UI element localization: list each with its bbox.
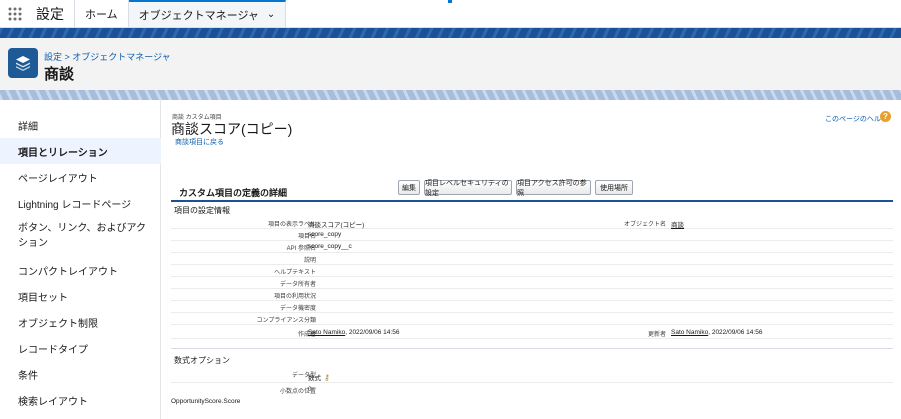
info-section-title: 項目の設定情報: [174, 206, 230, 215]
modified-by-link[interactable]: Sato Namiko: [671, 329, 708, 336]
row-label: コンプライアンス分類: [256, 318, 316, 324]
row-value: score_copy__c: [308, 243, 352, 250]
sidebar-item-fields-relationships[interactable]: 項目とリレーション: [0, 138, 161, 164]
help-link[interactable]: このページのヘルプ: [825, 114, 888, 124]
detail-row: データ機密度: [171, 301, 893, 313]
row-label: ヘルプテキスト: [274, 270, 316, 276]
row-label-object: オブジェクト名: [623, 222, 666, 228]
field-title: 商談スコア(コピー): [171, 121, 293, 137]
detail-row: API 参照名 score_copy__c: [171, 241, 893, 253]
help-icon[interactable]: ?: [880, 111, 891, 122]
row-label: 項目の利用状況: [273, 294, 316, 300]
header-band-top: [0, 28, 901, 38]
created-date: , 2022/09/06 14:56: [345, 329, 400, 336]
tab-home-label: ホーム: [85, 8, 118, 21]
detail-row: 項目の利用状況: [171, 289, 893, 301]
layers-icon: [8, 48, 38, 78]
sidebar-item-page-layouts[interactable]: ページレイアウト: [0, 164, 161, 190]
where-used-button[interactable]: 使用場所: [595, 180, 633, 195]
created-by-link[interactable]: Sato Namiko: [308, 329, 345, 336]
nav-indicator: [448, 0, 452, 3]
detail-row: 小数点の位置 0: [171, 384, 893, 396]
back-link[interactable]: 商談項目に戻る: [175, 137, 224, 147]
field-security-button[interactable]: 項目レベルセキュリティの設定: [424, 180, 512, 197]
field-access-button[interactable]: 項目アクセス許可の参照: [516, 180, 591, 197]
key-icon: ⚷: [324, 373, 330, 382]
tab-object-manager-label: オブジェクトマネージャ: [138, 9, 259, 22]
row-label: データ機密度: [279, 306, 316, 312]
sidebar-item-compact-layouts[interactable]: コンパクトレイアウト: [0, 257, 161, 283]
page-title: 商談: [44, 66, 75, 83]
tab-object-manager[interactable]: オブジェクトマネージャ ⌄: [128, 0, 287, 27]
sidebar-item-lightning-record-pages[interactable]: Lightning レコードページ: [0, 190, 161, 216]
detail-row: ヘルプテキスト: [171, 265, 893, 277]
row-label-modified: 更新者: [647, 332, 666, 338]
row-label: データ所有者: [279, 282, 316, 288]
sidebar: 詳細 項目とリレーション ページレイアウト Lightning レコードページ …: [0, 100, 161, 419]
formula-text: OpportunityScore.Score: [171, 398, 241, 405]
page-header: [0, 38, 901, 90]
header-band-bottom: [0, 90, 901, 100]
detail-row: 項目の表示ラベル 商談スコア(コピー) オブジェクト名 商談: [171, 217, 893, 229]
sidebar-item-field-sets[interactable]: 項目セット: [0, 283, 161, 309]
row-value: 商談スコア(コピー): [308, 222, 365, 229]
tab-home[interactable]: ホーム: [75, 0, 129, 27]
detail-row: 説明: [171, 253, 893, 265]
detail-row: データ型 数式 ⚷: [171, 368, 893, 383]
chevron-down-icon[interactable]: ⌄: [267, 9, 275, 20]
object-name-link[interactable]: 商談: [671, 219, 684, 229]
section-title: カスタム項目の定義の詳細: [179, 188, 288, 198]
row-value: score_copy: [308, 231, 342, 238]
app-name: 設定: [28, 0, 75, 27]
sidebar-item-details[interactable]: 詳細: [0, 112, 161, 138]
detail-row: データ所有者: [171, 277, 893, 289]
modified-date: , 2022/09/06 14:56: [708, 329, 763, 336]
detail-row: 作成者 Sato Namiko, 2022/09/06 14:56 更新者 Sa…: [171, 327, 893, 339]
main-content: 商談 カスタム項目 商談スコア(コピー) 商談項目に戻る このページのヘルプ ?…: [162, 100, 901, 419]
app-launcher-icon[interactable]: [2, 0, 28, 27]
sidebar-item-record-types[interactable]: レコードタイプ: [0, 335, 161, 361]
row-label: 説明: [303, 258, 316, 264]
formula-section-title: 数式オプション: [174, 356, 230, 365]
sidebar-item-conditions[interactable]: 条件: [0, 361, 161, 387]
row-value: 0: [308, 386, 312, 393]
detail-row: 項目名 score_copy: [171, 229, 893, 241]
detail-row: コンプライアンス分類: [171, 313, 893, 325]
sidebar-item-object-limits[interactable]: オブジェクト制限: [0, 309, 161, 335]
breadcrumb[interactable]: 設定 > オブジェクトマネージャ: [44, 50, 171, 63]
data-type-value: 数式: [308, 375, 321, 382]
global-nav: 設定 ホーム オブジェクトマネージャ ⌄: [0, 0, 901, 28]
sidebar-item-search-layouts[interactable]: 検索レイアウト: [0, 387, 161, 413]
sidebar-item-buttons-links-actions[interactable]: ボタン、リンク、およびアクション: [0, 218, 161, 254]
section-divider: [171, 348, 893, 349]
edit-button[interactable]: 編集: [398, 180, 420, 195]
